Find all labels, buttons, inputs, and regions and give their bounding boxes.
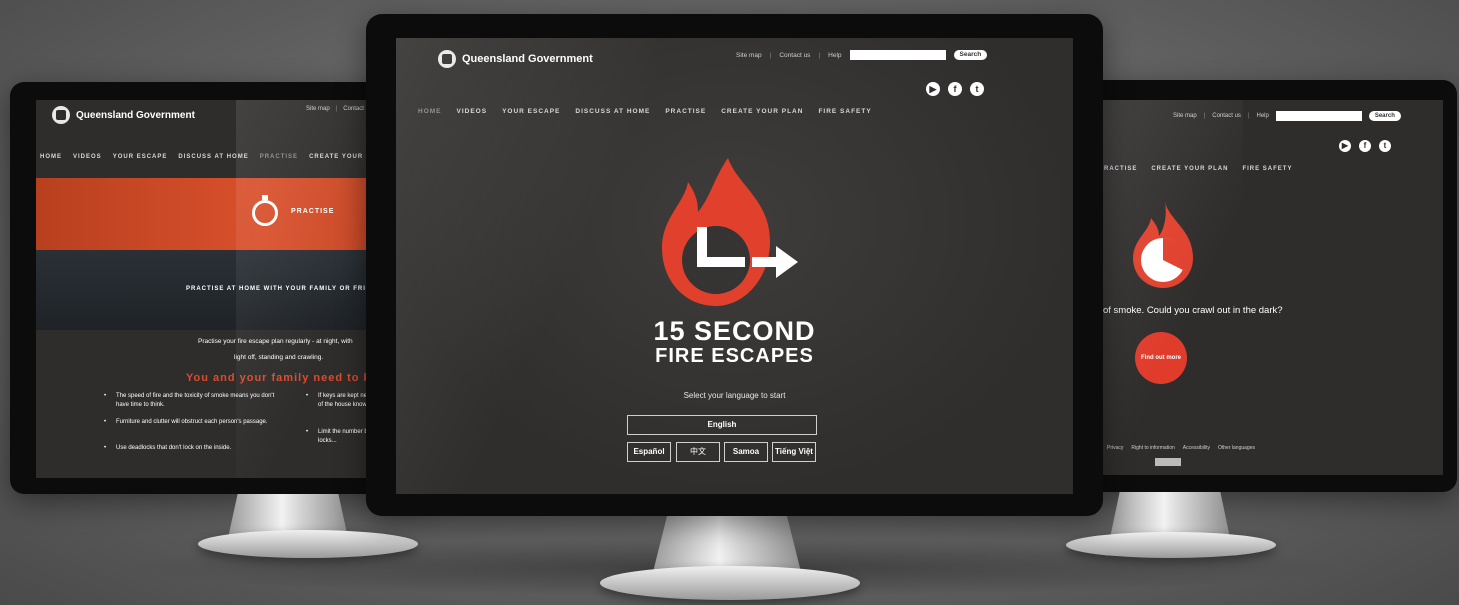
- right-contact-link[interactable]: Contact us: [1212, 113, 1241, 119]
- link-separator: |: [769, 51, 772, 59]
- footer-privacy-link[interactable]: Privacy: [1107, 445, 1123, 451]
- right-footer-links: Privacy Right to information Accessibili…: [1107, 445, 1255, 451]
- link-separator: |: [818, 51, 821, 59]
- left-screen: Queensland Government Site map | Contact…: [36, 100, 408, 478]
- language-english-button[interactable]: English: [627, 415, 817, 435]
- footer-languages-link[interactable]: Other languages: [1218, 445, 1255, 451]
- center-top-links: Site map | Contact us | Help Search: [736, 50, 988, 60]
- left-bullet: Use deadlocks that don't lock on the ins…: [104, 444, 276, 453]
- center-site-map-link[interactable]: Site map: [736, 52, 762, 59]
- center-contact-link[interactable]: Contact us: [779, 52, 810, 59]
- nav-fire-safety[interactable]: FIRE SAFETY: [818, 108, 871, 115]
- link-separator: |: [335, 106, 338, 112]
- right-nav-practise[interactable]: PRACTISE: [1103, 166, 1137, 172]
- nav-discuss-at-home[interactable]: DISCUSS AT HOME: [575, 108, 650, 115]
- center-search-input[interactable]: [849, 50, 946, 60]
- left-main-nav: HOME VIDEOS YOUR ESCAPE DISCUSS AT HOME …: [40, 154, 386, 160]
- left-nav-home[interactable]: HOME: [40, 154, 62, 160]
- left-section-heading: You and your family need to know: [186, 372, 396, 384]
- left-paragraph-2: light off, standing and crawling.: [234, 354, 324, 361]
- right-top-links: Site map | Contact us | Help Search: [1173, 111, 1401, 121]
- right-social-links: ▶ f t: [1339, 140, 1391, 152]
- left-bullet: Furniture and clutter will obstruct each…: [104, 418, 276, 427]
- nav-create-your-plan[interactable]: CREATE YOUR PLAN: [721, 108, 803, 115]
- youtube-icon[interactable]: ▶: [926, 82, 940, 96]
- right-nav-create-plan[interactable]: CREATE YOUR PLAN: [1151, 166, 1228, 172]
- nav-videos[interactable]: VIDEOS: [457, 108, 488, 115]
- center-main-nav: HOME VIDEOS YOUR ESCAPE DISCUSS AT HOME …: [418, 108, 872, 115]
- right-main-nav: PRACTISE CREATE YOUR PLAN FIRE SAFETY: [1103, 166, 1292, 172]
- center-gov-logo[interactable]: Queensland Government: [438, 50, 593, 68]
- left-paragraph-1: Practise your fire escape plan regularly…: [198, 338, 353, 345]
- practise-banner: PRACTISE: [36, 178, 408, 250]
- hero-subtitle: FIRE ESCAPES: [655, 345, 814, 367]
- center-logo-text: Queensland Government: [462, 53, 593, 65]
- twitter-icon[interactable]: t: [1379, 140, 1391, 152]
- practise-strip: PRACTISE AT HOME WITH YOUR FAMILY OR FRI…: [36, 250, 408, 330]
- left-stand-base: [198, 530, 418, 558]
- language-espanol-button[interactable]: Español: [627, 442, 671, 462]
- left-gov-logo[interactable]: Queensland Government: [52, 106, 195, 124]
- facebook-icon[interactable]: f: [1359, 140, 1371, 152]
- left-logo-text: Queensland Government: [76, 109, 195, 121]
- nav-home[interactable]: HOME: [418, 108, 442, 115]
- right-site-map-link[interactable]: Site map: [1173, 113, 1197, 119]
- footer-rti-link[interactable]: Right to information: [1131, 445, 1174, 451]
- nav-your-escape[interactable]: YOUR ESCAPE: [502, 108, 560, 115]
- monitor-center: Queensland Government Site map | Contact…: [366, 14, 1103, 516]
- left-top-links: Site map | Contact us: [306, 106, 372, 112]
- left-bullet: The speed of fire and the toxicity of sm…: [104, 392, 276, 410]
- qld-crest-icon: [52, 106, 70, 124]
- center-social-links: ▶ f t: [926, 82, 984, 96]
- left-nav-your-escape[interactable]: YOUR ESCAPE: [113, 154, 168, 160]
- left-site-map-link[interactable]: Site map: [306, 106, 330, 112]
- practise-banner-label: PRACTISE: [291, 208, 335, 215]
- monitor-right: Site map | Contact us | Help Search ▶ f …: [1085, 80, 1457, 492]
- right-nav-fire-safety[interactable]: FIRE SAFETY: [1242, 166, 1292, 172]
- fire-escape-logo-icon: [662, 158, 798, 306]
- footer-accessibility-link[interactable]: Accessibility: [1183, 445, 1210, 451]
- left-nav-practise[interactable]: PRACTISE: [260, 154, 298, 160]
- find-out-more-button[interactable]: Find out more: [1135, 332, 1187, 384]
- twitter-icon[interactable]: t: [970, 82, 984, 96]
- left-nav-discuss[interactable]: DISCUSS AT HOME: [178, 154, 248, 160]
- nav-practise[interactable]: PRACTISE: [665, 108, 706, 115]
- showcase-stage: Queensland Government Site map | Contact…: [0, 0, 1459, 605]
- stopwatch-icon: [252, 195, 278, 226]
- right-search-button[interactable]: Search: [1368, 111, 1401, 121]
- hero-title: 15 SECOND: [653, 316, 816, 346]
- practise-strip-text: PRACTISE AT HOME WITH YOUR FAMILY OR FRI…: [186, 286, 387, 292]
- select-language-prompt: Select your language to start: [683, 391, 786, 400]
- screen-glare: [396, 38, 656, 494]
- flame-pie-icon: [1133, 202, 1193, 288]
- center-screen: Queensland Government Site map | Contact…: [396, 38, 1073, 494]
- link-separator: |: [1247, 113, 1250, 119]
- right-stand-base: [1066, 532, 1276, 558]
- left-nav-videos[interactable]: VIDEOS: [73, 154, 102, 160]
- facebook-icon[interactable]: f: [948, 82, 962, 96]
- language-samoa-button[interactable]: Samoa: [724, 442, 768, 462]
- right-screen: Site map | Contact us | Help Search ▶ f …: [1103, 100, 1443, 475]
- right-help-link[interactable]: Help: [1257, 113, 1269, 119]
- youtube-icon[interactable]: ▶: [1339, 140, 1351, 152]
- right-question-text: of smoke. Could you crawl out in the dar…: [1103, 305, 1283, 316]
- qld-crest-icon: [438, 50, 456, 68]
- language-vietnamese-button[interactable]: Tiếng Việt: [772, 442, 816, 462]
- footer-badge: [1155, 458, 1181, 466]
- link-separator: |: [1203, 113, 1206, 119]
- center-stand-base: [600, 566, 860, 600]
- center-help-link[interactable]: Help: [828, 52, 841, 59]
- center-search-button[interactable]: Search: [953, 50, 988, 60]
- language-chinese-button[interactable]: 中文: [676, 442, 720, 462]
- right-search-input[interactable]: [1275, 111, 1362, 121]
